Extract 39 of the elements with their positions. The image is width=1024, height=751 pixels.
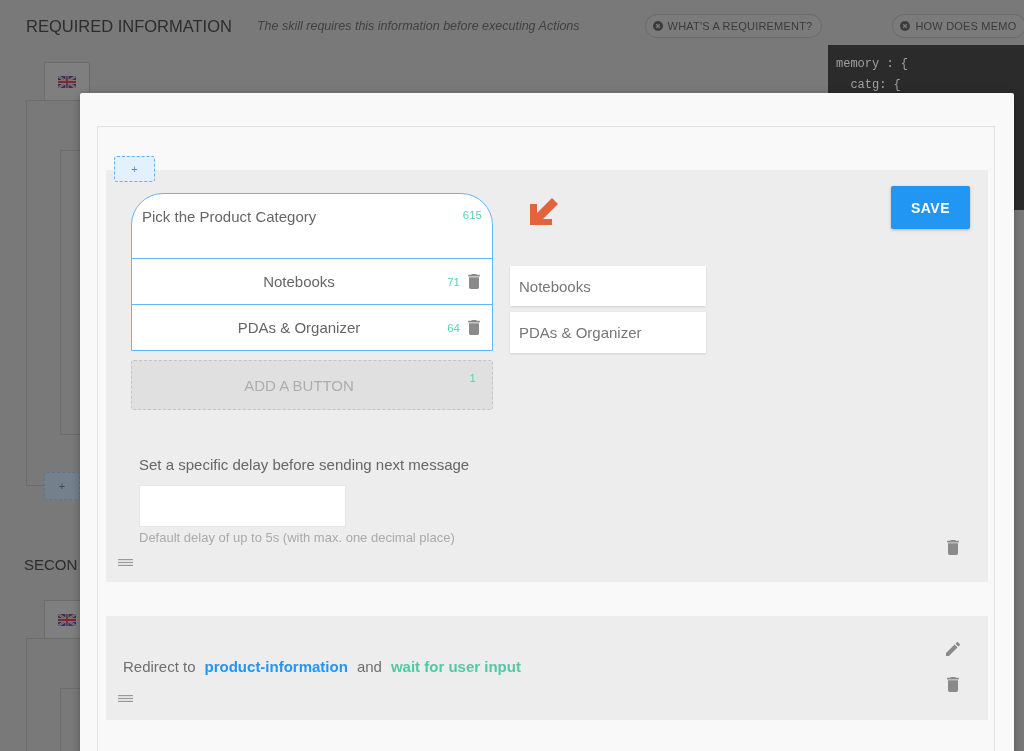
reply-button-label[interactable]: Notebooks [263, 273, 335, 290]
drag-handle-icon[interactable] [118, 695, 133, 702]
trash-icon[interactable] [468, 274, 480, 289]
code-line: memory : { [836, 56, 909, 73]
flag-icon [58, 613, 76, 626]
char-counter: 1 [469, 371, 476, 385]
drag-handle-icon[interactable] [118, 559, 133, 566]
char-counter: 71 [447, 274, 460, 289]
x-circle-icon [652, 21, 663, 31]
delay-input[interactable] [139, 485, 346, 527]
add-step-button[interactable]: + [114, 156, 155, 182]
skill-link[interactable]: product-information [204, 657, 348, 677]
message-text[interactable]: Pick the Product Category [142, 207, 317, 227]
save-button[interactable]: SAVE [891, 186, 970, 229]
pencil-icon[interactable] [946, 642, 960, 656]
reply-value-field[interactable]: PDAs & Organizer [510, 312, 706, 353]
trash-icon[interactable] [947, 677, 959, 692]
reply-value-field[interactable]: Notebooks [510, 266, 706, 306]
add-button[interactable]: + [44, 472, 80, 500]
help-chip[interactable]: WHAT'S A REQUIREMENT? [644, 14, 823, 38]
trash-icon[interactable] [947, 540, 959, 555]
delay-hint: Default delay of up to 5s (with max. one decimal place) [139, 530, 456, 546]
section-title: SECON [24, 556, 78, 574]
delay-label: Set a specific delay before sending next message [139, 456, 470, 474]
char-counter: 615 [462, 208, 482, 222]
section-title: REQUIRED INFORMATION [26, 17, 232, 35]
trash-icon[interactable] [468, 320, 480, 335]
char-counter: 64 [447, 320, 460, 335]
wait-mode-text: wait for user input [390, 657, 521, 677]
language-tab[interactable] [44, 62, 90, 100]
section-subtitle: The skill requires this information before executing Actions [256, 19, 580, 33]
connector-label: and [356, 657, 382, 677]
redirect-label: Redirect to [123, 657, 196, 677]
x-circle-icon [900, 21, 911, 31]
help-chip[interactable]: HOW DOES MEMO [892, 14, 1024, 38]
code-line: catg: { [849, 77, 902, 94]
flag-icon [58, 75, 76, 88]
down-left-arrow-icon [530, 198, 558, 225]
reply-button-label[interactable]: PDAs & Organizer [237, 319, 361, 336]
